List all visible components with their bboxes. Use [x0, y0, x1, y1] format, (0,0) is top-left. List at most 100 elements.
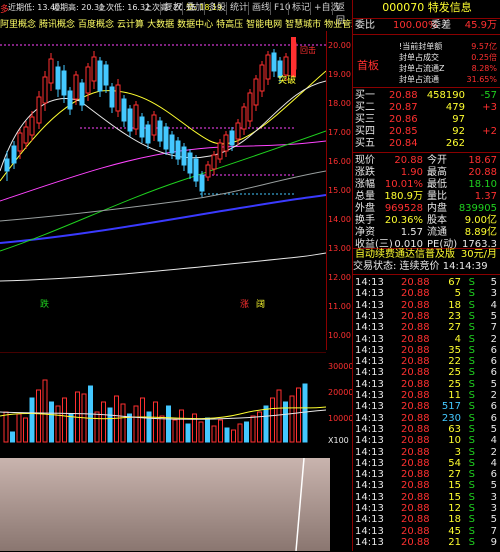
tick-row: 14:13 20.88 3 S 2: [353, 447, 500, 459]
auto-renew-text: 自动续费通达信普及版: [355, 249, 455, 260]
tick-count: 4: [490, 435, 497, 447]
vol-unit: X100: [328, 436, 349, 445]
tick-row: 14:13 20.88 25 S 6: [353, 367, 500, 379]
buy-levels: 买一 20.88 458190 -57 买二 20.87 479 +3 买三 20.86 97 买四 2…: [353, 90, 500, 152]
tick-side: S: [468, 322, 475, 334]
price-tick: 20.00: [328, 41, 351, 50]
tick-count: 5: [490, 277, 497, 288]
stat-value: 1.57: [400, 227, 423, 238]
trade-status: 交易状态: 连续竞价 14:14:39: [353, 261, 488, 272]
buy-level-row[interactable]: 买四 20.85 92 +2: [353, 126, 500, 138]
buy-level-label: 买三: [355, 114, 375, 125]
vol-tick-10000: 10000: [328, 414, 352, 423]
tick-time: 14:13: [355, 401, 384, 413]
stats-row: 涨幅 10.01% 最低 18.10: [353, 179, 500, 191]
stat-label: 最低: [427, 179, 447, 190]
stat-value: 18.10: [468, 179, 497, 190]
auto-renew-bar[interactable]: 自动续费通达信普及版 30元/月: [353, 248, 500, 261]
stat-value: 969528: [384, 203, 423, 214]
concept-tag[interactable]: 云计算: [117, 20, 144, 30]
open-marker: 阔: [256, 298, 265, 310]
tick-count: 2: [490, 446, 497, 458]
vol-tick-20000: 20000: [328, 388, 352, 397]
tick-row: 14:13 20.88 11 S 2: [353, 390, 500, 402]
concept-tag[interactable]: 百度概念: [78, 20, 114, 30]
tick-time: 14:13: [355, 446, 384, 458]
tick-side: S: [468, 378, 475, 390]
stat-label: 涨跌: [355, 167, 375, 178]
recent-high: 近期高: 20.30: [52, 3, 105, 12]
stat-label: 内盘: [427, 203, 447, 214]
stat-label: 净资: [355, 227, 375, 238]
stat-label: 今开: [427, 155, 447, 166]
buy-level-row[interactable]: 买二 20.87 479 +3: [353, 102, 500, 114]
buy-level-price: 20.86: [389, 114, 418, 125]
tick-side: S: [468, 367, 475, 379]
back-button[interactable]: 返回: [332, 2, 352, 26]
tick-count: 6: [490, 469, 497, 481]
rise-marker: 涨: [240, 299, 249, 310]
concept-tag[interactable]: 腾讯概念: [39, 20, 75, 30]
tick-count: 6: [490, 356, 497, 368]
tick-price: 20.88: [401, 333, 430, 345]
tick-volume: 27: [448, 322, 461, 334]
concept-tag[interactable]: 物业管理: [324, 20, 352, 30]
stat-value: 20.88: [468, 167, 497, 178]
tick-row: 14:13 20.88 15 S 3: [353, 492, 500, 504]
stat-value: 839905: [458, 203, 497, 214]
tick-side: S: [468, 503, 475, 514]
chart-area[interactable]: 多 近期低: 13.40 近期高: 20.30 上次低: 16.32 上次高: …: [0, 0, 352, 551]
tick-side: S: [468, 277, 475, 288]
limit-line-value: 0.25倍: [471, 53, 497, 62]
vol-tick-30000: 30000: [328, 362, 352, 371]
volume-chart: [0, 352, 326, 443]
breakout-label: 突破: [278, 74, 296, 86]
tick-time: 14:13: [355, 333, 384, 345]
price-tick: 13.00: [328, 244, 351, 253]
limit-line: 封单占成交 0.25倍: [399, 52, 499, 63]
stats-row: 现价 20.88 今开 18.67: [353, 155, 500, 167]
tick-time: 14:13: [355, 514, 384, 526]
stat-value: 9.00亿: [464, 215, 497, 226]
buy-level-volume: 458190: [426, 90, 465, 101]
tick-time: 14:13: [355, 390, 384, 401]
tick-time: 14:13: [355, 299, 384, 311]
tick-side: S: [468, 536, 475, 548]
quote-panel: 000070 特发信息 委比 100.00% 委差 45.9万 首板 !当前封单…: [352, 0, 500, 551]
tick-row: 14:13 20.88 230 S 6: [353, 413, 500, 425]
concept-tag[interactable]: 阿里概念: [0, 20, 36, 30]
price-tick: 12.00: [328, 273, 351, 282]
concept-tag[interactable]: 特高压: [216, 20, 243, 30]
tick-time: 14:13: [355, 356, 384, 368]
limit-line-label: !当前封单额: [399, 42, 443, 51]
tick-volume: 63: [448, 423, 461, 435]
concept-tag[interactable]: 智慧城市: [285, 20, 321, 30]
candlestick-chart[interactable]: 突破 回击 跌 涨 阔: [0, 31, 327, 350]
stats-row: 总量 180.9万 量比 1.37: [353, 191, 500, 203]
weicha-value: 45.9万: [464, 20, 497, 31]
tick-row: 14:13 20.88 54 S 4: [353, 458, 500, 470]
tick-side: S: [468, 491, 475, 503]
tick-side: S: [468, 401, 475, 413]
tick-list[interactable]: 14:13 20.88 67 S 5 14:13 20.88 5 S 3 14:13 20.88 18 S…: [353, 274, 500, 552]
tick-count: 6: [490, 412, 497, 424]
tick-volume: 27: [448, 469, 461, 481]
tick-time: 14:13: [355, 367, 384, 379]
buy-level-row[interactable]: 买一 20.88 458190 -57: [353, 90, 500, 102]
tick-row: 14:13 20.88 18 S 5: [353, 514, 500, 526]
buy-level-row[interactable]: 买五 20.84 262: [353, 138, 500, 150]
tick-volume: 5: [454, 288, 461, 300]
last-low: 上次低: 16.32: [98, 3, 151, 12]
tick-side: S: [468, 310, 475, 322]
concept-tag[interactable]: 大数据: [147, 20, 174, 30]
tick-time: 14:13: [355, 469, 384, 481]
concept-tags: 阿里概念腾讯概念百度概念云计算大数据数据中心特高压智能电网智慧城市物业管理机器人…: [0, 17, 352, 31]
concept-tag[interactable]: 智能电网: [246, 20, 282, 30]
tick-volume: 23: [448, 310, 461, 322]
concept-tag[interactable]: 数据中心: [177, 20, 213, 30]
tick-volume: 15: [448, 480, 461, 492]
price-tick: 11.00: [328, 302, 351, 311]
buy-level-row[interactable]: 买三 20.86 97: [353, 114, 500, 126]
tick-time: 14:13: [355, 536, 384, 548]
stat-value: 8.89亿: [464, 227, 497, 238]
